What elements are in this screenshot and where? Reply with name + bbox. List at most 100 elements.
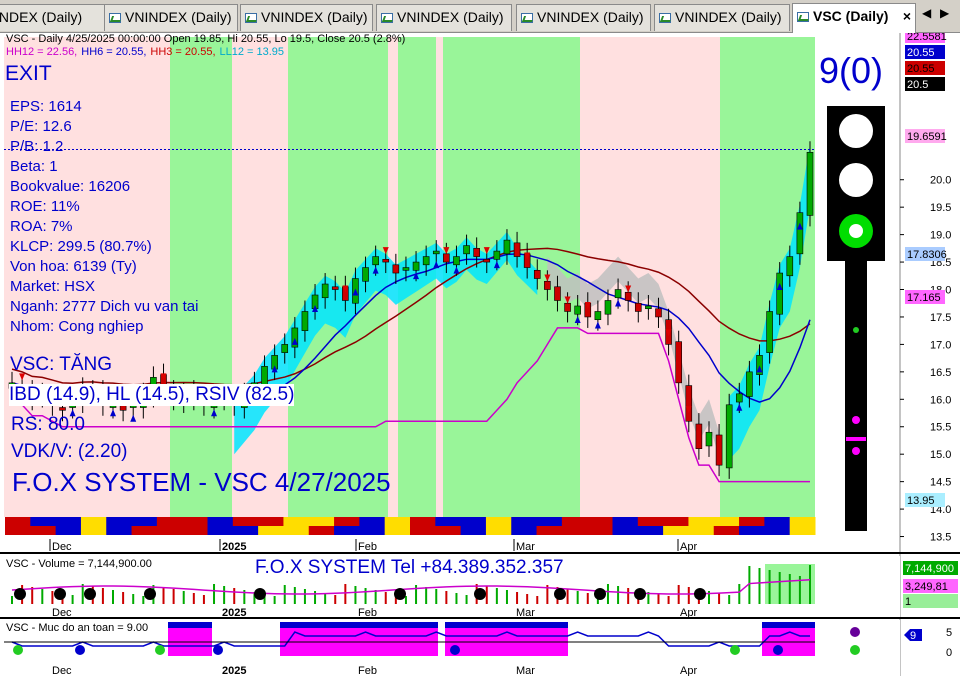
- tab-scroll-right-icon[interactable]: ▶: [940, 6, 949, 20]
- price-tick-label: 17.5: [930, 312, 951, 324]
- volume-tag: [903, 594, 958, 608]
- candle-body: [705, 431, 713, 447]
- tab-1[interactable]: VNINDEX (Daily): [104, 4, 238, 31]
- exit-label: EXIT: [5, 62, 52, 85]
- volume-header: VSC - Volume = 7,144,900.00: [6, 558, 152, 570]
- signal-strip-bottom: [612, 526, 639, 535]
- signal-strip-top: [764, 517, 791, 526]
- safety-dot: [13, 645, 23, 655]
- signal-strip-bottom: [156, 526, 183, 535]
- chart-icon: [659, 13, 671, 23]
- signal-strip-top: [308, 517, 335, 526]
- signal-strip-top: [460, 517, 487, 526]
- candle-body: [503, 239, 511, 255]
- volume-dot: [694, 588, 706, 600]
- candle-body: [443, 253, 450, 263]
- signal-strip-top: [106, 517, 133, 526]
- signal-strip-top: [131, 517, 158, 526]
- signal-strip-top: [283, 517, 310, 526]
- signal-strip-top: [384, 517, 411, 526]
- candle-body: [331, 286, 339, 290]
- ratings-label: IBD (14.9), HL (14.5), RSIV (82.5): [9, 384, 295, 406]
- tab-2[interactable]: VNINDEX (Daily): [240, 4, 373, 31]
- candle-body: [624, 291, 632, 301]
- signal-strip-bottom: [359, 526, 386, 535]
- signal-strip-top: [435, 517, 462, 526]
- signal-strip-bottom: [182, 526, 208, 535]
- candle-body: [432, 250, 440, 255]
- signal-strip-bottom: [536, 526, 563, 535]
- candle-body: [392, 264, 400, 274]
- safety-month-label: 2025: [222, 665, 246, 676]
- tab-4[interactable]: VNINDEX (Daily): [516, 4, 651, 31]
- month-label: Mar: [516, 541, 535, 553]
- signal-strip-bottom: [258, 526, 284, 535]
- safety-month-label: Apr: [680, 665, 697, 676]
- volume-tag-label: 1: [905, 596, 911, 608]
- tab-scroll-left-icon[interactable]: ◀: [922, 6, 931, 20]
- signal-strip-bottom: [511, 526, 538, 535]
- candle-body: [513, 242, 521, 257]
- candle-body: [281, 344, 289, 353]
- pole-bar: [846, 437, 866, 441]
- price-tag-label: 19.6591: [907, 131, 947, 143]
- candle-body: [786, 256, 794, 277]
- candle-body: [746, 371, 753, 397]
- pole-dot: [853, 327, 859, 333]
- chart-icon: [109, 13, 121, 23]
- volume-brand-label: F.O.X SYSTEM Tel +84.389.352.357: [255, 557, 564, 578]
- tab-label: VNINDEX (Daily): [397, 9, 504, 25]
- safety-dot: [850, 627, 860, 637]
- price-tick-label: 19.5: [930, 202, 951, 214]
- volume-dot: [594, 588, 606, 600]
- candle-body: [422, 256, 430, 266]
- candle-body: [493, 250, 501, 260]
- tab-5[interactable]: VNINDEX (Daily): [654, 4, 790, 31]
- signal-strip-top: [713, 517, 740, 526]
- signal-strip-top: [612, 517, 639, 526]
- price-tag-label: 20.55: [907, 63, 935, 75]
- candle-body: [655, 308, 662, 318]
- price-tick-label: 20.0: [930, 175, 951, 187]
- volume-dot: [54, 588, 66, 600]
- fundamental-item: Nhom: Cong nghiep: [10, 318, 144, 335]
- fundamental-item: Von hoa: 6139 (Ty): [10, 258, 137, 275]
- month-label: Apr: [680, 541, 697, 553]
- price-tick-label: 13.5: [930, 532, 951, 544]
- close-icon[interactable]: ×: [903, 7, 911, 25]
- fundamental-item: ROE: 11%: [10, 198, 80, 215]
- candle-body: [574, 305, 581, 315]
- candle-body: [776, 272, 783, 315]
- signal-strip-top: [359, 517, 386, 526]
- safety-dot: [75, 645, 85, 655]
- signal-strip-bottom: [232, 526, 259, 535]
- fundamental-item: EPS: 1614: [10, 98, 82, 115]
- safety-month-label: Mar: [516, 665, 535, 676]
- signal-strip-bottom: [283, 526, 310, 535]
- price-tick-label: 15.5: [930, 422, 951, 434]
- signal-strip-top: [511, 517, 538, 526]
- signal-strip-bottom: [587, 526, 613, 535]
- candle-body: [473, 248, 480, 257]
- fundamental-item: KLCP: 299.5 (80.7%): [10, 238, 152, 255]
- tab-0[interactable]: INDEX (Daily): [0, 4, 112, 31]
- signal-strip-top: [587, 517, 613, 526]
- tab-3[interactable]: VNINDEX (Daily): [376, 4, 512, 31]
- signal-strip-top: [410, 517, 436, 526]
- fundamental-item: Nganh: 2777 Dich vu van tai: [10, 298, 199, 315]
- volume-dot: [554, 588, 566, 600]
- signal-strip-bottom: [55, 526, 82, 535]
- candle-body: [372, 256, 379, 266]
- candle-body: [301, 311, 309, 331]
- safety-dot: [213, 645, 223, 655]
- volume-dot: [84, 588, 96, 600]
- trend-zone-green: [170, 37, 232, 517]
- signal-strip-top: [536, 517, 563, 526]
- tab-6[interactable]: VSC (Daily) ×: [792, 3, 916, 33]
- candle-body: [564, 302, 571, 312]
- signal-strip-bottom: [410, 526, 436, 535]
- tab-label: INDEX (Daily): [0, 9, 83, 25]
- fundamental-item: Beta: 1: [10, 158, 58, 175]
- vdk-label: VDK/V: (2.20): [11, 441, 128, 462]
- signal-strip-bottom: [789, 526, 816, 535]
